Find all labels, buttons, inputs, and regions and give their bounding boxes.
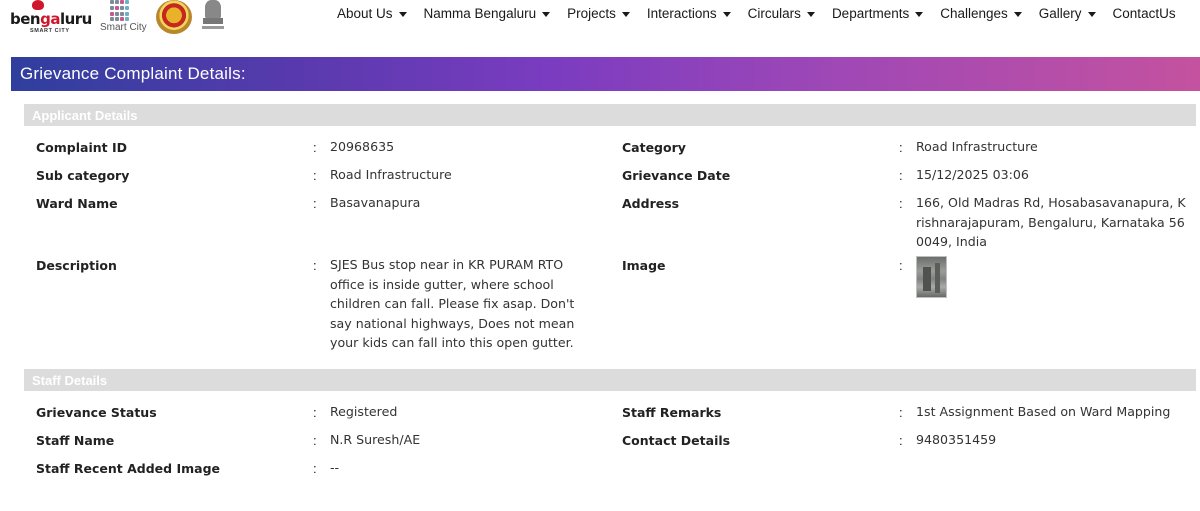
- chevron-down-icon: [722, 11, 731, 17]
- address-label: Address: [622, 196, 680, 211]
- separator: :: [899, 140, 903, 155]
- address-value: 166, Old Madras Rd, Hosabasavanapura, Kr…: [916, 195, 1186, 249]
- separator: :: [899, 168, 903, 183]
- logo-emblem-icon: [32, 0, 44, 10]
- staff-name-label: Staff Name: [36, 433, 115, 448]
- page-title: Grievance Complaint Details:: [20, 64, 246, 83]
- staff-remarks-value: 1st Assignment Based on Ward Mapping: [916, 404, 1171, 419]
- staff-name-value: N.R Suresh/AE: [330, 432, 421, 447]
- page-title-band: Grievance Complaint Details:: [11, 57, 1200, 91]
- separator: :: [899, 433, 903, 448]
- grievance-date-value: 15/12/2025 03:06: [916, 167, 1029, 182]
- main-menu: About Us Namma Bengaluru Projects Intera…: [337, 6, 1176, 21]
- nav-about-us[interactable]: About Us: [337, 6, 407, 21]
- nav-departments[interactable]: Departments: [832, 6, 924, 21]
- grievance-status-value: Registered: [330, 404, 398, 419]
- separator: :: [899, 196, 903, 211]
- nav-interactions[interactable]: Interactions: [647, 6, 731, 21]
- description-label: Description: [36, 258, 117, 273]
- smart-city-mission-logo[interactable]: Smart City: [100, 0, 152, 36]
- ward-name-label: Ward Name: [36, 196, 118, 211]
- national-emblem-icon: [202, 0, 224, 34]
- smart-city-label: Smart City: [100, 22, 147, 33]
- grievance-date-label: Grievance Date: [622, 168, 731, 183]
- grievance-status-label: Grievance Status: [36, 405, 157, 420]
- separator: :: [313, 196, 317, 211]
- complaint-id-label: Complaint ID: [36, 140, 127, 155]
- karnataka-emblem-icon: [156, 0, 192, 34]
- separator: :: [313, 168, 317, 183]
- complaint-id-value: 20968635: [330, 139, 395, 154]
- category-label: Category: [622, 140, 686, 155]
- chevron-down-icon: [1013, 11, 1022, 17]
- ward-name-value: Basavanapura: [330, 195, 421, 210]
- nav-projects[interactable]: Projects: [567, 6, 630, 21]
- chevron-down-icon: [1087, 11, 1096, 17]
- chevron-down-icon: [398, 11, 407, 17]
- category-value: Road Infrastructure: [916, 139, 1038, 154]
- sub-category-label: Sub category: [36, 168, 130, 183]
- section-title: Staff Details: [32, 373, 108, 388]
- separator: :: [899, 405, 903, 420]
- section-title: Applicant Details: [32, 108, 138, 123]
- separator: :: [313, 433, 317, 448]
- logo-group: bengaluru SMART CITY Smart City: [8, 0, 224, 40]
- logo-tagline: SMART CITY: [30, 28, 70, 34]
- sub-category-value: Road Infrastructure: [330, 167, 452, 182]
- chevron-down-icon: [915, 11, 924, 17]
- chevron-down-icon: [806, 11, 815, 17]
- staff-recent-image-value: --: [330, 460, 340, 475]
- top-navigation-bar: bengaluru SMART CITY Smart City About Us…: [0, 0, 1200, 52]
- separator: :: [313, 461, 317, 476]
- nav-contact-us[interactable]: ContactUs: [1113, 6, 1176, 21]
- smart-city-dots-icon: [110, 0, 130, 22]
- image-label: Image: [622, 258, 666, 273]
- contact-details-value: 9480351459: [916, 432, 997, 447]
- nav-gallery[interactable]: Gallery: [1039, 6, 1096, 21]
- contact-details-label: Contact Details: [622, 433, 731, 448]
- nav-circulars[interactable]: Circulars: [748, 6, 815, 21]
- chevron-down-icon: [542, 11, 551, 17]
- staff-remarks-label: Staff Remarks: [622, 405, 722, 420]
- logo-wordmark: bengaluru: [10, 10, 92, 28]
- staff-recent-image-label: Staff Recent Added Image: [36, 461, 220, 476]
- separator: :: [899, 258, 903, 273]
- separator: :: [313, 405, 317, 420]
- bengaluru-smart-city-logo[interactable]: bengaluru SMART CITY: [8, 0, 96, 36]
- nav-challenges[interactable]: Challenges: [940, 6, 1022, 21]
- complaint-image-thumbnail[interactable]: [916, 256, 947, 298]
- staff-details-header: Staff Details: [24, 369, 1196, 391]
- separator: :: [313, 258, 317, 273]
- applicant-details-header: Applicant Details: [24, 104, 1196, 126]
- separator: :: [313, 140, 317, 155]
- chevron-down-icon: [621, 11, 630, 17]
- description-value: SJES Bus stop near in KR PURAM RTO offic…: [330, 257, 575, 350]
- nav-namma-bengaluru[interactable]: Namma Bengaluru: [424, 6, 551, 21]
